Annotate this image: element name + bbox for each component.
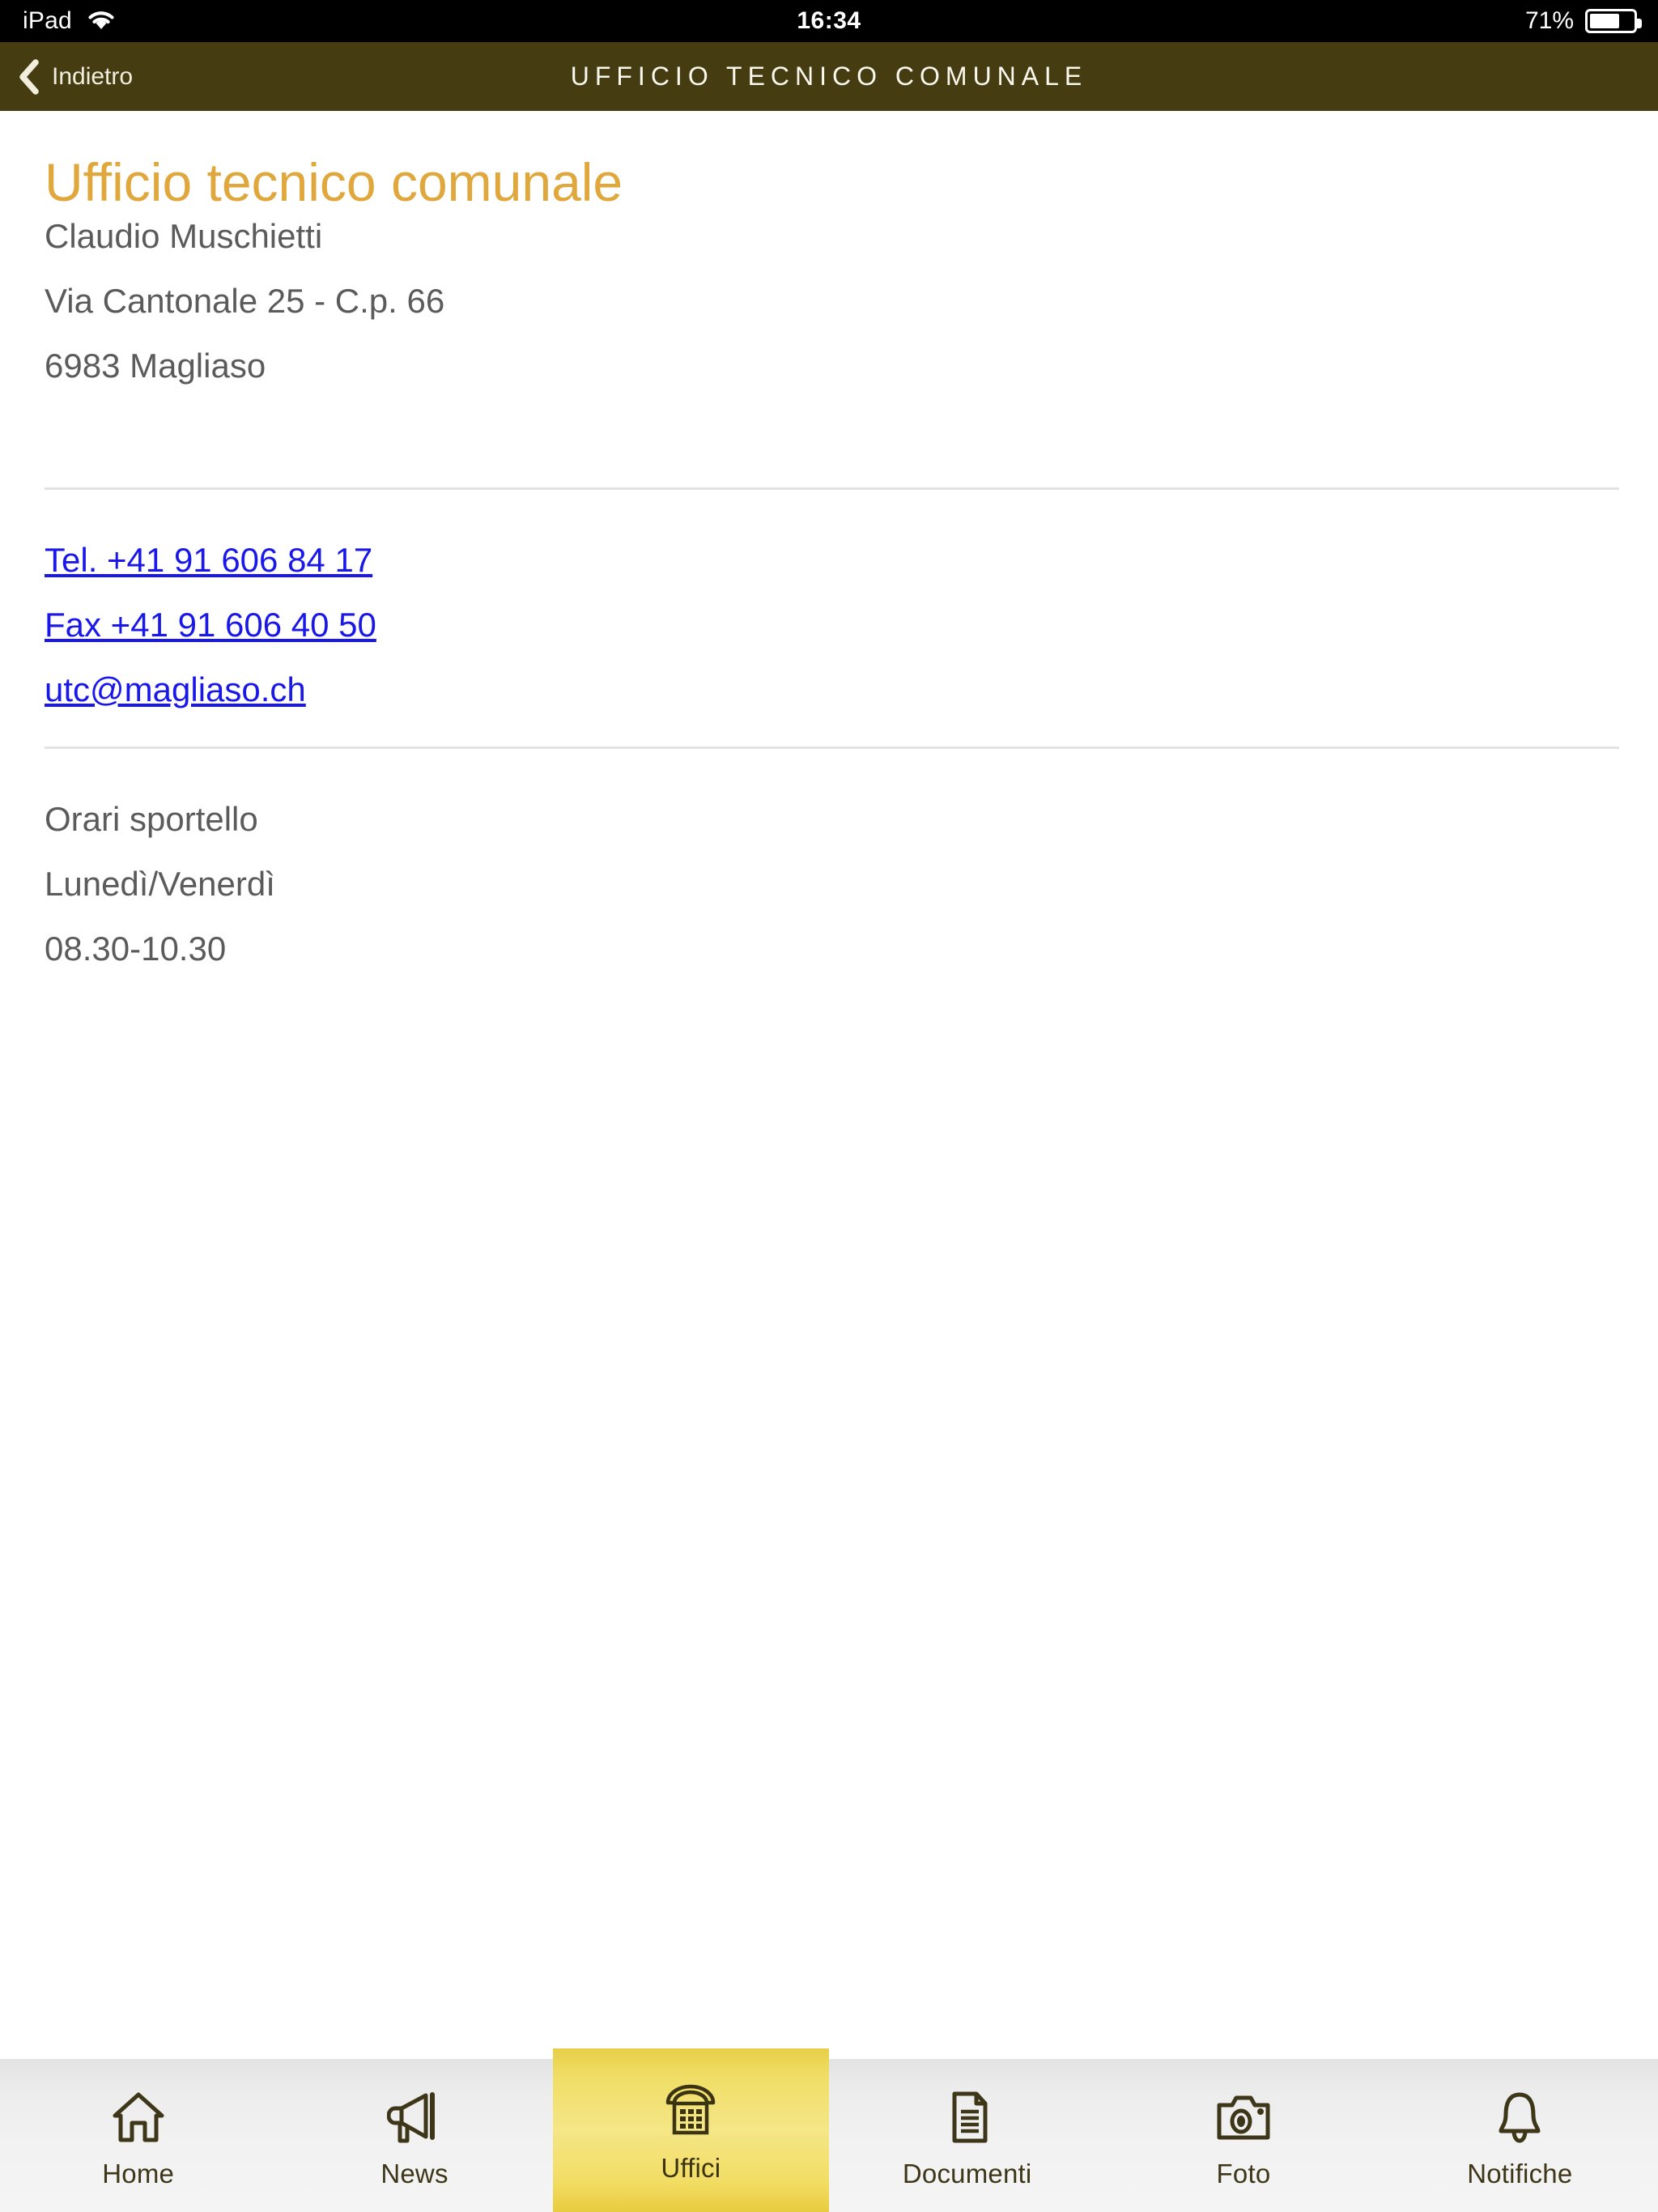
hours-block: Orari sportello Lunedì/Venerdì 08.30-10.…: [45, 787, 275, 981]
bell-icon: [1492, 2082, 1547, 2144]
hours-days: Lunedì/Venerdì: [45, 865, 275, 903]
hours-title: Orari sportello: [45, 800, 258, 838]
navigation-bar: Indietro UFFICIO TECNICO COMUNALE: [0, 42, 1658, 111]
tab-documenti-label: Documenti: [902, 2158, 1032, 2189]
contact-name: Claudio Muschietti: [45, 217, 323, 255]
tab-news-label: News: [380, 2158, 449, 2189]
address-block: Claudio Muschietti Via Cantonale 25 - C.…: [45, 204, 444, 398]
app-screen: iPad 16:34 71% Indietro UFFICIO TECNICO …: [0, 0, 1658, 2212]
home-icon: [111, 2082, 166, 2144]
telephone-icon: [661, 2077, 720, 2138]
tab-home[interactable]: Home: [0, 2059, 276, 2212]
tab-home-label: Home: [102, 2158, 175, 2189]
tab-uffici[interactable]: Uffici: [552, 2048, 829, 2212]
divider-1: [45, 487, 1619, 490]
divider-2: [45, 747, 1619, 749]
city-address: 6983 Magliaso: [45, 347, 266, 385]
tab-news[interactable]: News: [276, 2059, 552, 2212]
tab-bar: Home News Uffici Documenti Foto Notifich…: [0, 2048, 1658, 2212]
hours-times: 08.30-10.30: [45, 929, 227, 968]
contact-block: Tel. +41 91 606 84 17 Fax +41 91 606 40 …: [45, 528, 376, 722]
status-bar-right: 71%: [1524, 7, 1642, 35]
tab-documenti[interactable]: Documenti: [829, 2059, 1105, 2212]
battery-icon: [1585, 9, 1642, 33]
tab-notifiche[interactable]: Notifiche: [1382, 2059, 1658, 2212]
status-bar-clock: 16:34: [797, 7, 861, 34]
phone-link[interactable]: Tel. +41 91 606 84 17: [45, 541, 372, 579]
fax-link[interactable]: Fax +41 91 606 40 50: [45, 606, 376, 644]
street-address: Via Cantonale 25 - C.p. 66: [45, 282, 445, 320]
battery-percent-label: 71%: [1524, 7, 1574, 34]
status-bar: iPad 16:34 71%: [0, 0, 1658, 42]
tab-uffici-label: Uffici: [661, 2153, 721, 2183]
tab-foto[interactable]: Foto: [1105, 2059, 1381, 2212]
document-icon: [940, 2082, 995, 2144]
phone-row: Tel. +41 91 606 84 17: [45, 528, 376, 593]
tab-notifiche-label: Notifiche: [1467, 2158, 1573, 2189]
tab-foto-label: Foto: [1216, 2158, 1271, 2189]
email-row: utc@magliaso.ch: [45, 657, 376, 722]
fax-row: Fax +41 91 606 40 50: [45, 593, 376, 657]
page-title: UFFICIO TECNICO COMUNALE: [570, 62, 1088, 91]
main-content: Ufficio tecnico comunale Claudio Muschie…: [0, 111, 1658, 2212]
megaphone-icon: [386, 2082, 442, 2144]
email-link[interactable]: utc@magliaso.ch: [45, 670, 306, 708]
camera-icon: [1214, 2082, 1273, 2144]
